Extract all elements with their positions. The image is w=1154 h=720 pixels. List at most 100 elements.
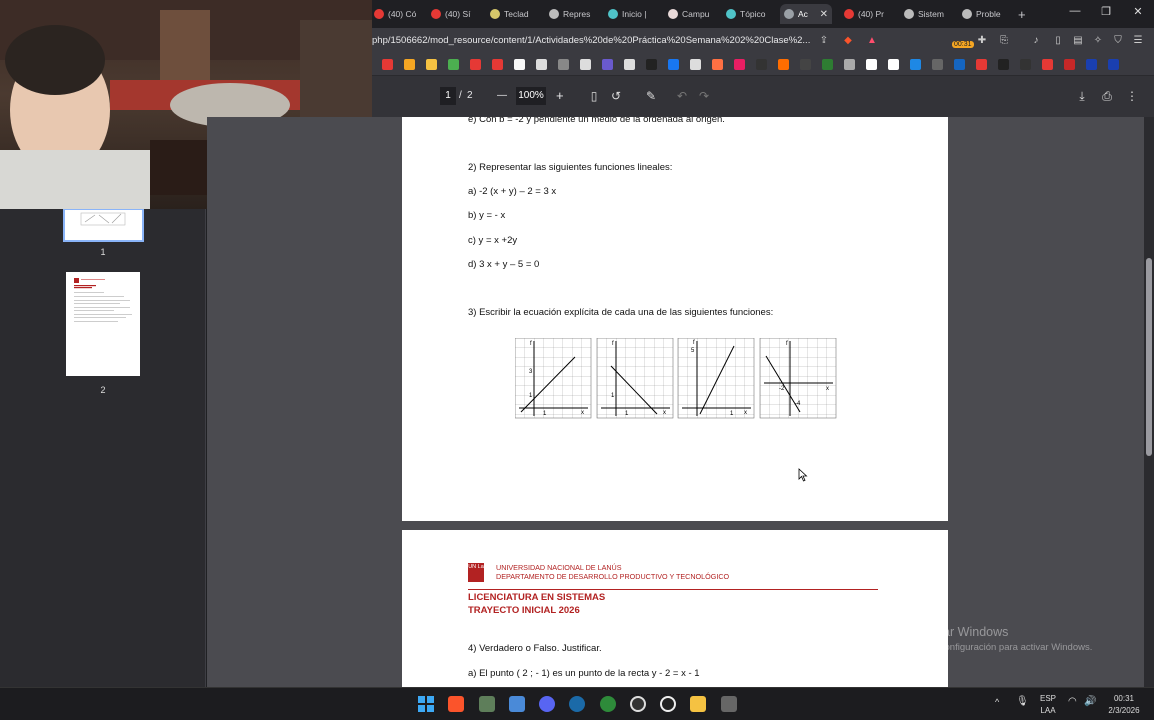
tray-chevron-icon[interactable]: ^: [995, 697, 999, 707]
xbox-icon[interactable]: [600, 696, 616, 712]
menu-icon[interactable]: ☰: [1132, 35, 1144, 47]
wifi-icon[interactable]: ◠: [1068, 696, 1077, 707]
tab-label: Teclad: [504, 9, 529, 19]
thumbnail-page-1[interactable]: [63, 208, 144, 242]
browser-tab[interactable]: Ac ✕: [780, 4, 832, 24]
bookmark-favicon-icon[interactable]: [800, 59, 811, 70]
fit-page-icon[interactable]: ▯: [587, 89, 601, 103]
volume-icon[interactable]: 🔊: [1084, 696, 1096, 707]
bookmark-favicon-icon[interactable]: [976, 59, 987, 70]
vpn-icon[interactable]: ⛉: [1112, 35, 1124, 47]
calculator-icon[interactable]: [479, 696, 495, 712]
share-icon[interactable]: ⇪: [818, 35, 830, 47]
bookmark-favicon-icon[interactable]: [470, 59, 481, 70]
bookmark-favicon-icon[interactable]: [910, 59, 921, 70]
language-indicator[interactable]: ESP LAA: [1036, 694, 1060, 715]
discord-icon[interactable]: [539, 696, 555, 712]
obs-icon[interactable]: [660, 696, 676, 712]
page-number-input[interactable]: 1: [440, 87, 456, 105]
bookmark-favicon-icon[interactable]: [558, 59, 569, 70]
bookmark-favicon-icon[interactable]: [954, 59, 965, 70]
tab-label: Campu: [682, 9, 710, 19]
sidebar-icon[interactable]: ▯: [1052, 35, 1064, 47]
extensions-icon[interactable]: ✚: [976, 35, 988, 47]
print-icon[interactable]: ⎙: [1100, 89, 1114, 104]
bookmark-favicon-icon[interactable]: [624, 59, 635, 70]
graph-4-label-neg2: -2: [779, 386, 785, 392]
browser-tab[interactable]: Inicio |: [604, 4, 658, 24]
epic-launcher-icon[interactable]: [630, 696, 646, 712]
bookmark-favicon-icon[interactable]: [448, 59, 459, 70]
tab-favicon-icon: [374, 9, 384, 19]
file-explorer-icon[interactable]: [690, 696, 706, 712]
download-icon[interactable]: ⤓: [1075, 89, 1089, 104]
bookmark-favicon-icon[interactable]: [404, 59, 415, 70]
browser-tab[interactable]: (40) Sí: [427, 4, 481, 24]
screenshot-icon[interactable]: ⎘: [998, 35, 1010, 47]
settings-app-icon[interactable]: [721, 696, 737, 712]
bookmark-favicon-icon[interactable]: [1042, 59, 1053, 70]
bookmark-favicon-icon[interactable]: [734, 59, 745, 70]
bookmark-favicon-icon[interactable]: [690, 59, 701, 70]
bookmark-favicon-icon[interactable]: [866, 59, 877, 70]
bookmark-favicon-icon[interactable]: [382, 59, 393, 70]
clock[interactable]: 00:31 2/3/2026: [1104, 694, 1144, 715]
minimize-icon[interactable]: —: [1065, 5, 1085, 17]
bookmark-favicon-icon[interactable]: [998, 59, 1009, 70]
wallet-icon[interactable]: ▤: [1072, 35, 1084, 47]
bookmark-favicon-icon[interactable]: [536, 59, 547, 70]
restore-icon[interactable]: ❐: [1096, 5, 1116, 18]
music-icon[interactable]: ♪: [1030, 35, 1042, 47]
bookmark-favicon-icon[interactable]: [1108, 59, 1119, 70]
close-window-icon[interactable]: ✕: [1128, 5, 1148, 18]
snipping-tool-icon[interactable]: [509, 696, 525, 712]
bookmark-favicon-icon[interactable]: [1020, 59, 1031, 70]
brave-browser-icon[interactable]: [448, 696, 464, 712]
browser-tab[interactable]: Tópico: [722, 4, 776, 24]
browser-tab[interactable]: (40) Pr: [840, 4, 894, 24]
redo-icon[interactable]: ↷: [697, 89, 711, 103]
thumbnail-graphs: [80, 212, 126, 226]
undo-icon[interactable]: ↶: [675, 89, 689, 103]
rotate-icon[interactable]: ↺: [609, 89, 623, 103]
bookmark-favicon-icon[interactable]: [668, 59, 679, 70]
zoom-in-button[interactable]: +: [556, 88, 564, 103]
bookmark-favicon-icon[interactable]: [756, 59, 767, 70]
pdf-viewer[interactable]: e) Con b = -2 y pendiente un medio de la…: [207, 117, 1144, 687]
bookmark-favicon-icon[interactable]: [1064, 59, 1075, 70]
brave-shield-icon[interactable]: ◆: [842, 35, 854, 47]
brave-rewards-icon[interactable]: ▲: [866, 35, 878, 47]
bookmark-favicon-icon[interactable]: [888, 59, 899, 70]
browser-tab[interactable]: Repres: [545, 4, 599, 24]
browser-tab[interactable]: Sistem: [900, 4, 954, 24]
steam-icon[interactable]: [569, 696, 585, 712]
scrollbar-thumb[interactable]: [1146, 258, 1152, 456]
bookmark-favicon-icon[interactable]: [1086, 59, 1097, 70]
thumbnail-page-2[interactable]: [66, 272, 140, 376]
microphone-icon[interactable]: 🎙: [1016, 696, 1029, 707]
browser-tab[interactable]: Proble: [958, 4, 1012, 24]
bookmark-favicon-icon[interactable]: [426, 59, 437, 70]
browser-tab[interactable]: (40) Có: [370, 4, 424, 24]
more-options-icon[interactable]: ⋮: [1125, 89, 1139, 103]
bookmark-favicon-icon[interactable]: [646, 59, 657, 70]
browser-tab[interactable]: Teclad: [486, 4, 540, 24]
new-tab-button[interactable]: +: [1014, 4, 1030, 24]
zoom-out-button[interactable]: —: [497, 90, 507, 101]
bookmark-favicon-icon[interactable]: [580, 59, 591, 70]
bookmark-favicon-icon[interactable]: [822, 59, 833, 70]
browser-tab[interactable]: Campu: [664, 4, 718, 24]
tab-close-icon[interactable]: ✕: [820, 9, 828, 20]
leo-ai-icon[interactable]: ✧: [1092, 35, 1104, 47]
bookmark-favicon-icon[interactable]: [844, 59, 855, 70]
bookmark-favicon-icon[interactable]: [492, 59, 503, 70]
zoom-level-input[interactable]: 100%: [516, 87, 546, 105]
bookmark-favicon-icon[interactable]: [514, 59, 525, 70]
annotate-icon[interactable]: ✎: [644, 89, 658, 103]
bookmark-favicon-icon[interactable]: [602, 59, 613, 70]
bookmark-favicon-icon[interactable]: [712, 59, 723, 70]
bookmark-favicon-icon[interactable]: [932, 59, 943, 70]
url-field[interactable]: php/1506662/mod_resource/content/1/Activ…: [372, 35, 810, 46]
windows-start-icon[interactable]: [418, 696, 434, 712]
bookmark-favicon-icon[interactable]: [778, 59, 789, 70]
